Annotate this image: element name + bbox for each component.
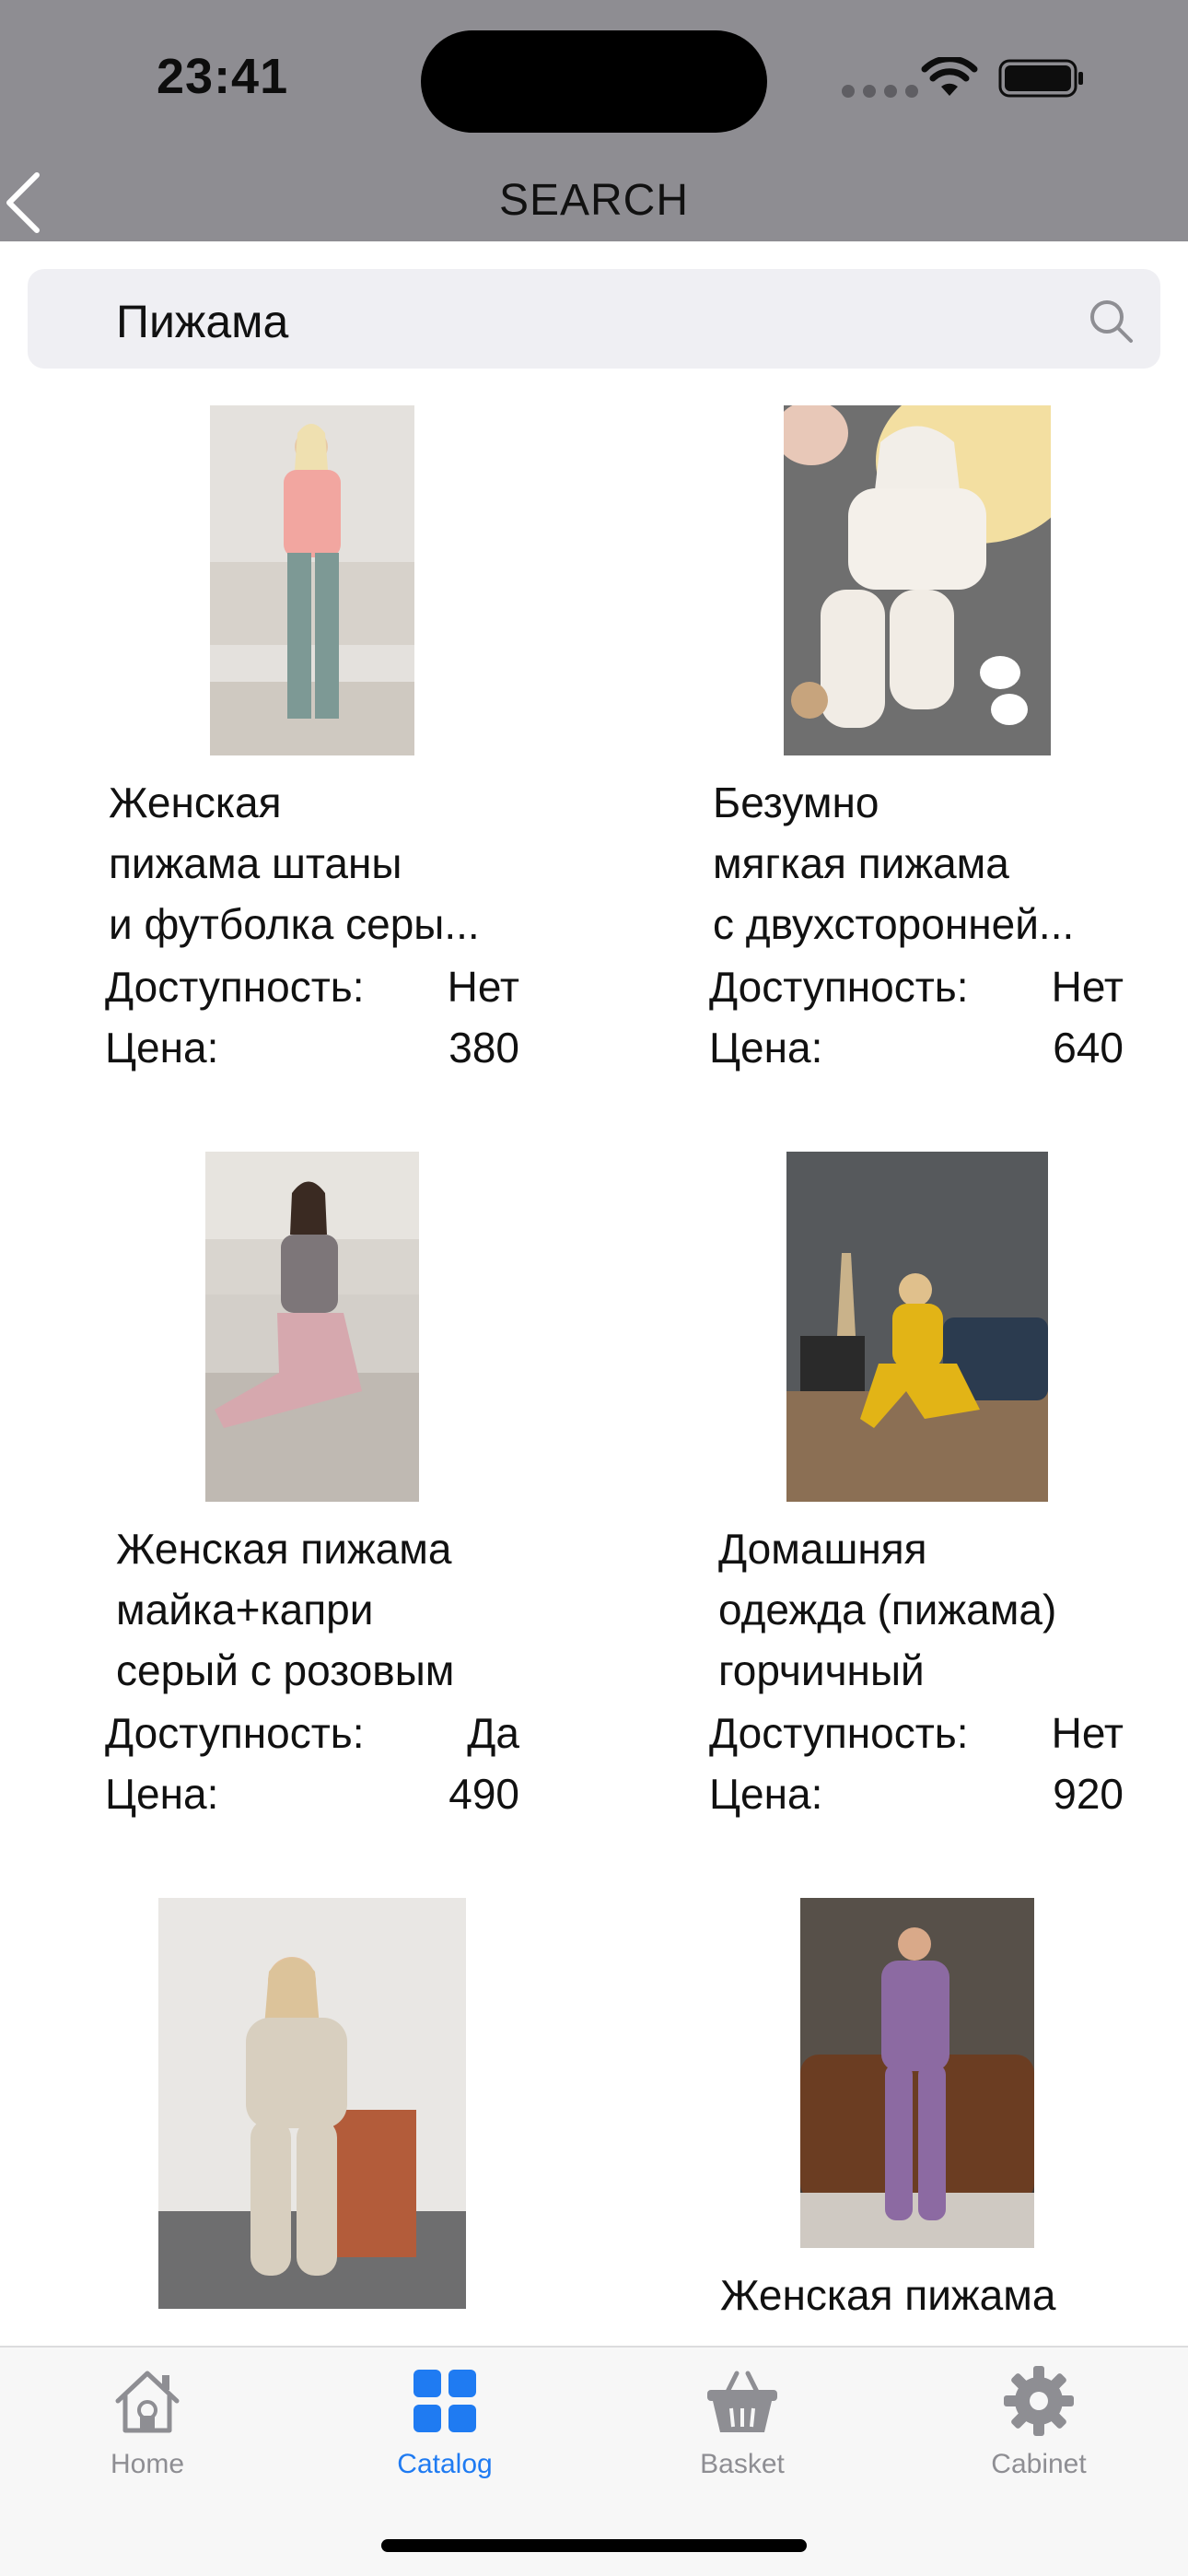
product-name-line: Женская пижама	[720, 2271, 1056, 2319]
product-name-line: и футболка серы...	[109, 900, 480, 948]
product-image[interactable]	[800, 1898, 1034, 2248]
availability-value: Да	[467, 1709, 519, 1757]
price-value: 640	[1053, 1024, 1124, 1071]
gear-icon	[1004, 2366, 1074, 2436]
product-name-line: Безумно	[713, 779, 879, 826]
tab-home[interactable]: Home	[55, 2362, 239, 2480]
price-row: Цена: 490	[105, 1769, 519, 1819]
product-name-line: майка+капри	[116, 1586, 374, 1633]
price-row: Цена: 920	[709, 1769, 1124, 1819]
product-name-line: пижама штаны	[109, 839, 402, 887]
availability-value: Нет	[447, 963, 519, 1011]
dynamic-island	[421, 30, 767, 133]
product-image[interactable]	[158, 1898, 466, 2309]
availability-row: Доступность: Да	[105, 1708, 519, 1758]
product-name: Безумно мягкая пижама с двухсторонней...	[713, 772, 1155, 954]
product-name-line: мягкая пижама	[713, 839, 1009, 887]
availability-label: Доступность:	[105, 963, 365, 1011]
product-name: Женская пижама майка+капри серый с розов…	[116, 1518, 540, 1701]
availability-row: Доступность: Нет	[105, 962, 519, 1012]
availability-label: Доступность:	[105, 1709, 365, 1757]
product-name: Женская пижама	[720, 2265, 1162, 2325]
product-name: Женская пижама штаны и футболка серы...	[109, 772, 532, 954]
home-icon	[115, 2371, 180, 2433]
product-name-line: горчичный	[718, 1646, 925, 1694]
availability-row: Доступность: Нет	[709, 1708, 1124, 1758]
product-image[interactable]	[205, 1152, 419, 1502]
status-time: 23:41	[157, 49, 289, 104]
product-image[interactable]	[210, 405, 414, 755]
price-label: Цена:	[105, 1024, 219, 1071]
wifi-icon	[921, 57, 978, 96]
cellular-signal-icon	[842, 85, 918, 98]
product-name-line: Домашняя	[718, 1525, 927, 1573]
home-indicator[interactable]	[381, 2539, 807, 2552]
product-name-line: серый с розовым	[116, 1646, 455, 1694]
search-input-value[interactable]: Пижама	[116, 295, 288, 348]
price-label: Цена:	[709, 1770, 823, 1818]
basket-icon	[707, 2371, 777, 2432]
tab-label: Catalog	[397, 2449, 493, 2479]
nav-header: 23:41 SEARCH	[0, 0, 1188, 241]
availability-label: Доступность:	[709, 1709, 969, 1757]
price-value: 490	[448, 1770, 519, 1818]
battery-icon	[998, 59, 1083, 98]
tab-label: Basket	[700, 2449, 785, 2479]
availability-value: Нет	[1051, 963, 1124, 1011]
product-image[interactable]	[784, 405, 1051, 755]
search-input[interactable]: Пижама	[28, 269, 1160, 369]
grid-icon	[413, 2370, 476, 2432]
product-name-line: Женская	[109, 779, 282, 826]
product-name: Домашняя одежда (пижама) горчичный	[718, 1518, 1160, 1701]
price-label: Цена:	[105, 1770, 219, 1818]
price-value: 380	[448, 1024, 519, 1071]
tab-basket[interactable]: Basket	[650, 2362, 834, 2480]
tab-catalog[interactable]: Catalog	[353, 2362, 537, 2480]
tab-label: Cabinet	[991, 2449, 1087, 2479]
availability-label: Доступность:	[709, 963, 969, 1011]
price-row: Цена: 380	[105, 1023, 519, 1072]
product-name-line: одежда (пижама)	[718, 1586, 1057, 1633]
availability-row: Доступность: Нет	[709, 962, 1124, 1012]
tab-cabinet[interactable]: Cabinet	[947, 2362, 1131, 2480]
page-title: SEARCH	[498, 176, 690, 225]
availability-value: Нет	[1051, 1709, 1124, 1757]
product-image[interactable]	[786, 1152, 1048, 1502]
price-row: Цена: 640	[709, 1023, 1124, 1072]
search-icon[interactable]	[1087, 297, 1135, 345]
price-label: Цена:	[709, 1024, 823, 1071]
tab-label: Home	[110, 2449, 185, 2479]
product-name-line: Женская пижама	[116, 1525, 452, 1573]
price-value: 920	[1053, 1770, 1124, 1818]
product-name-line: с двухсторонней...	[713, 900, 1075, 948]
